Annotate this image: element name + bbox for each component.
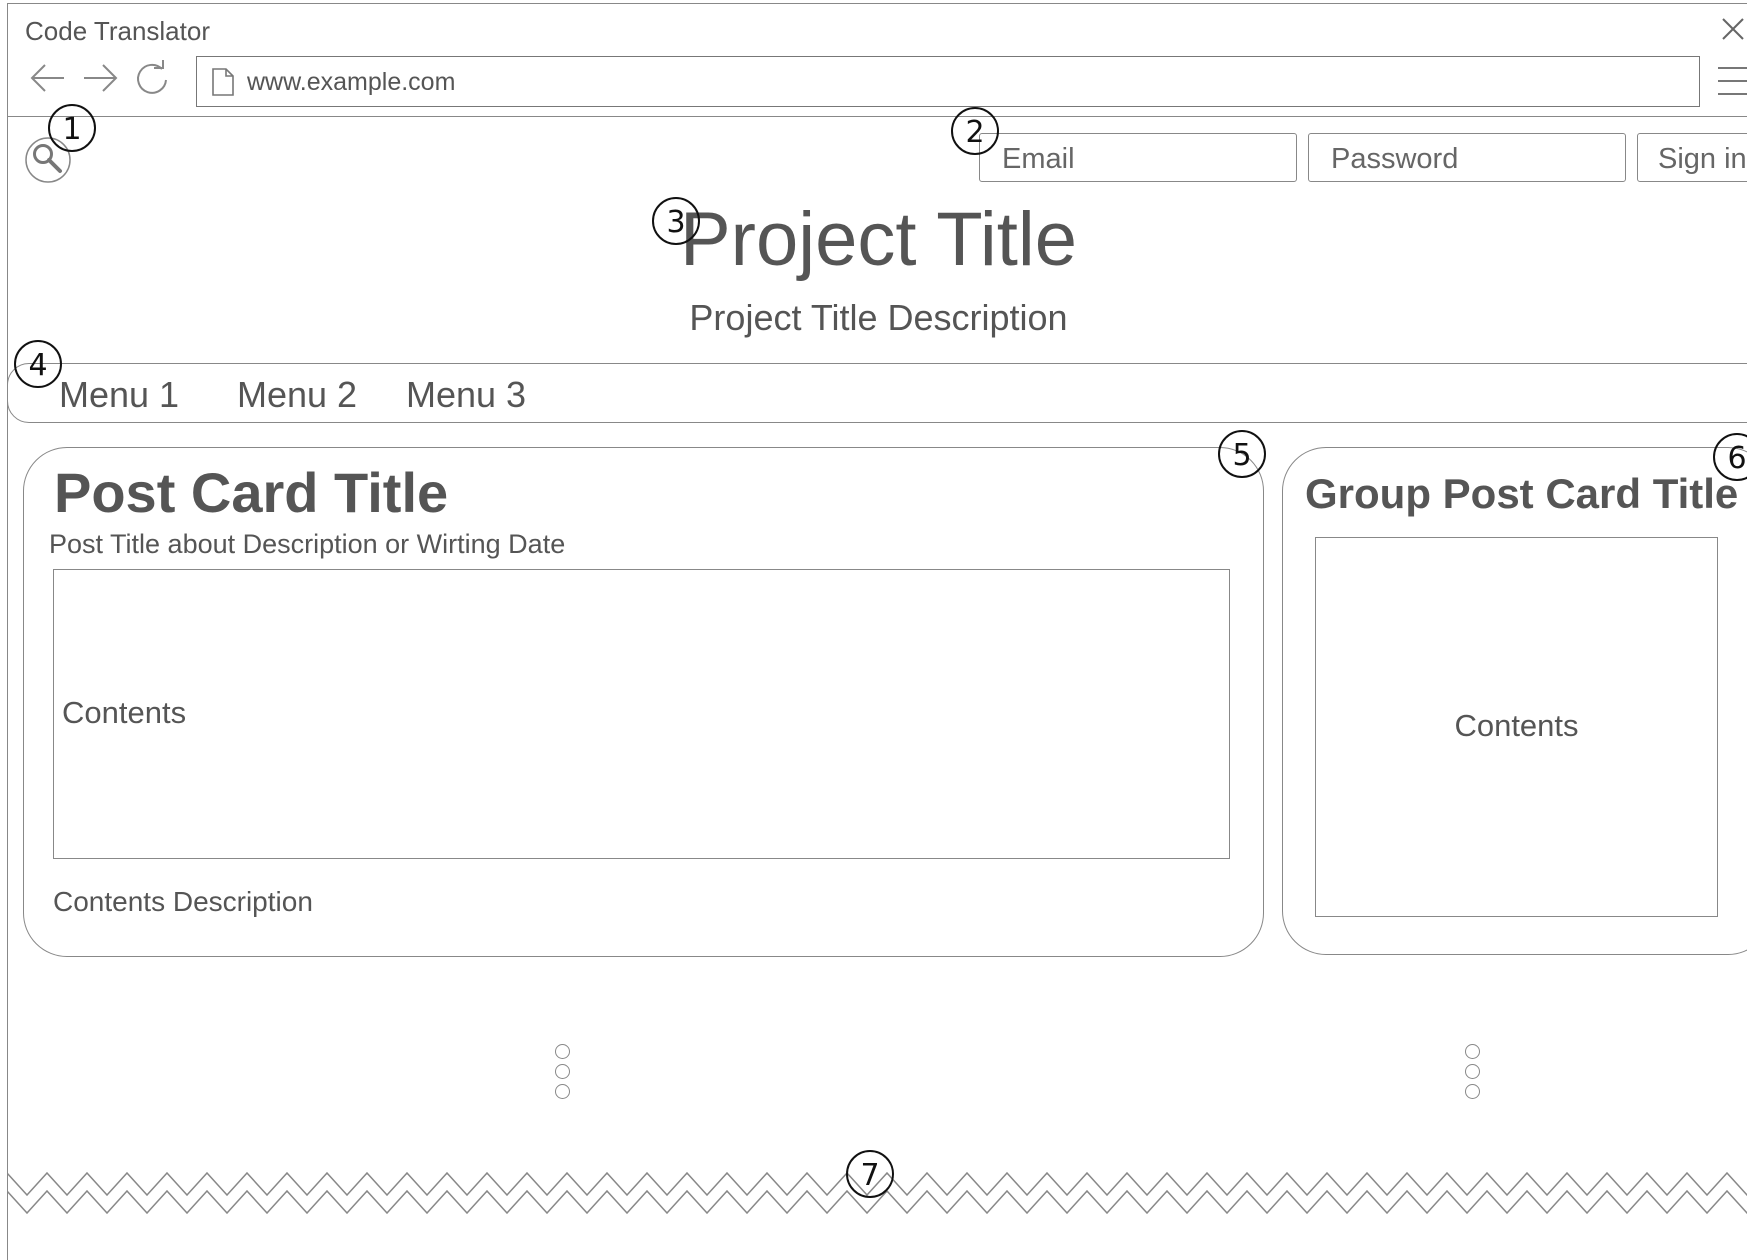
hamburger-menu-icon[interactable] [1716,64,1747,98]
post-card-content-box: Contents [53,569,1230,859]
chrome-divider [7,116,1747,117]
group-post-card-contents: Contents [1454,708,1579,743]
menu-bar: Menu 1 Menu 2 Menu 3 [7,363,1747,423]
dot-icon [555,1084,570,1099]
dot-icon [1465,1044,1480,1059]
post-card-title: Post Card Title [54,461,449,524]
password-field[interactable]: Password [1308,133,1626,182]
address-bar[interactable]: www.example.com [196,56,1700,107]
more-posts-indicator-right [1465,1044,1485,1104]
group-post-card-title: Group Post Card Title [1305,470,1739,517]
post-card: Post Card Title Post Title about Descrip… [23,447,1264,957]
email-field[interactable]: Email [979,133,1297,182]
group-post-card-content-box: Contents [1315,537,1718,917]
email-placeholder: Email [1002,143,1075,175]
project-title-description: Project Title Description [689,297,1068,338]
menu-item-3[interactable]: Menu 3 [406,374,526,416]
more-posts-indicator-left [555,1044,575,1104]
sign-in-label: Sign in [1658,143,1747,175]
annotation-marker-3: 3 [652,197,700,245]
dot-icon [1465,1084,1480,1099]
annotation-marker-1: 1 [48,104,96,152]
annotation-marker-2: 2 [951,107,999,155]
url-text: www.example.com [247,68,456,96]
annotation-marker-5: 5 [1218,430,1266,478]
reload-icon[interactable] [132,58,172,98]
password-placeholder: Password [1331,143,1459,175]
annotation-marker-7: 7 [846,1150,894,1198]
sign-in-button[interactable]: Sign in [1637,133,1747,182]
back-arrow-icon[interactable] [28,58,68,98]
page-icon [212,68,234,96]
annotation-marker-4: 4 [14,340,62,388]
post-card-contents-description: Contents Description [53,886,313,917]
forward-arrow-icon[interactable] [80,58,120,98]
dot-icon [555,1044,570,1059]
window-title: Code Translator [25,16,210,46]
menu-item-1[interactable]: Menu 1 [59,374,179,416]
dot-icon [555,1064,570,1079]
annotation-marker-6: 6 [1713,433,1747,481]
group-post-card: Group Post Card Title Contents [1282,447,1747,955]
post-card-contents: Contents [62,695,187,730]
menu-item-2[interactable]: Menu 2 [237,374,357,416]
post-card-subtitle: Post Title about Description or Wirting … [49,529,566,559]
close-icon[interactable] [1718,14,1747,44]
project-title: Project Title [679,197,1078,282]
dot-icon [1465,1064,1480,1079]
